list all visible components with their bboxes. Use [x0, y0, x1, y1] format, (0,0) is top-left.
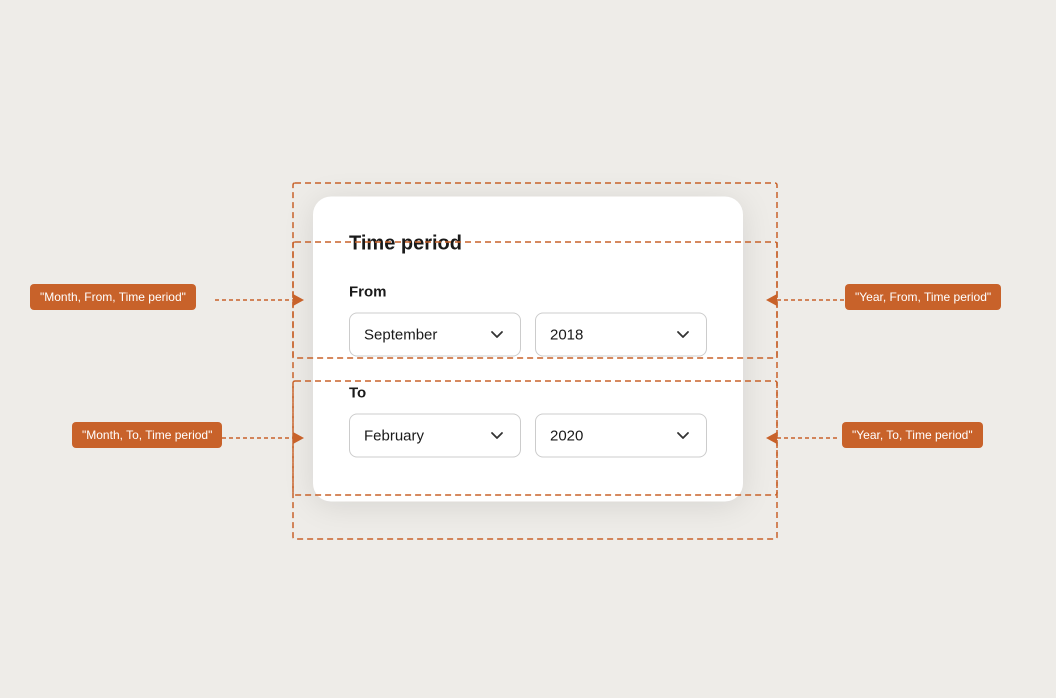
from-label: From [349, 284, 707, 301]
to-dropdowns-row: February 2020 [349, 414, 707, 458]
from-year-value: 2018 [550, 326, 583, 343]
to-year-dropdown[interactable]: 2020 [535, 414, 707, 458]
from-dropdowns-row: September 2018 [349, 313, 707, 357]
to-year-value: 2020 [550, 427, 583, 444]
time-period-card: Time period From September 2018 [313, 197, 743, 502]
from-year-dropdown[interactable]: 2018 [535, 313, 707, 357]
from-month-value: September [364, 326, 437, 343]
chevron-down-icon [488, 427, 506, 445]
card-title: Time period [349, 233, 707, 256]
month-to-badge: "Month, To, Time period" [72, 422, 222, 448]
to-month-value: February [364, 427, 424, 444]
year-to-badge: "Year, To, Time period" [842, 422, 983, 448]
to-section: To February 2020 [349, 385, 707, 458]
year-from-badge: "Year, From, Time period" [845, 284, 1001, 310]
from-section: From September 2018 [349, 284, 707, 357]
to-month-dropdown[interactable]: February [349, 414, 521, 458]
chevron-down-icon [674, 326, 692, 344]
from-month-dropdown[interactable]: September [349, 313, 521, 357]
chevron-down-icon [674, 427, 692, 445]
scene: Time period From September 2018 [0, 0, 1056, 698]
chevron-down-icon [488, 326, 506, 344]
month-from-badge: "Month, From, Time period" [30, 284, 196, 310]
to-label: To [349, 385, 707, 402]
